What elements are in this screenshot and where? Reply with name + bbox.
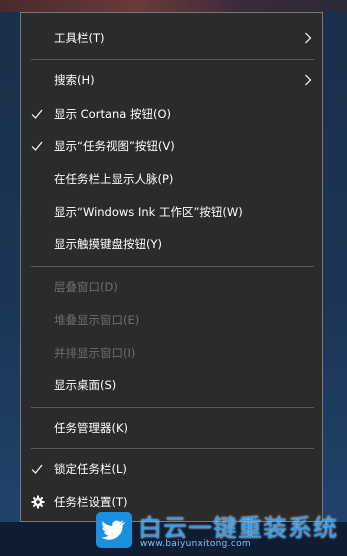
separator xyxy=(31,407,314,408)
checkmark-icon xyxy=(31,464,43,474)
menu-item-label: 堆叠显示窗口(E) xyxy=(54,313,140,327)
menu-item-cascade-windows: 层叠窗口(D) xyxy=(21,272,322,302)
menu-item-stack-windows: 堆叠显示窗口(E) xyxy=(21,305,322,335)
chevron-right-icon xyxy=(305,32,312,44)
menu-item-show-windows-ink[interactable]: 显示“Windows Ink 工作区”按钮(W) xyxy=(21,197,322,227)
taskbar-context-menu: 工具栏(T) 搜索(H) 显示 Cortana 按钮(O) 显示“任务视图”按钮… xyxy=(20,12,323,522)
menu-item-lock-taskbar[interactable]: 锁定任务栏(L) xyxy=(21,454,322,484)
watermark-title: 白云一键重装系统 xyxy=(138,514,338,542)
separator xyxy=(31,448,314,449)
menu-item-show-people[interactable]: 在任务栏上显示人脉(P) xyxy=(21,164,322,194)
checkmark-icon xyxy=(31,109,43,119)
menu-item-label: 层叠窗口(D) xyxy=(54,280,118,294)
menu-item-side-by-side-windows: 并排显示窗口(I) xyxy=(21,338,322,368)
menu-item-label: 任务管理器(K) xyxy=(54,421,129,435)
separator xyxy=(31,59,314,60)
chevron-right-icon xyxy=(305,74,312,86)
menu-item-label: 显示 Cortana 按钮(O) xyxy=(54,107,172,121)
menu-item-label: 在任务栏上显示人脉(P) xyxy=(54,172,174,186)
menu-item-search[interactable]: 搜索(H) xyxy=(21,65,322,95)
watermark-url: www.baiyunxitong.com xyxy=(140,539,251,549)
menu-item-show-desktop[interactable]: 显示桌面(S) xyxy=(21,370,322,400)
checkmark-icon xyxy=(31,141,43,151)
menu-item-show-cortana[interactable]: 显示 Cortana 按钮(O) xyxy=(21,99,322,129)
menu-item-label: 显示“Windows Ink 工作区”按钮(W) xyxy=(54,205,243,219)
menu-item-show-task-view[interactable]: 显示“任务视图”按钮(V) xyxy=(21,131,322,161)
menu-item-label: 显示“任务视图”按钮(V) xyxy=(54,139,175,153)
menu-item-toolbars[interactable]: 工具栏(T) xyxy=(21,23,322,53)
menu-item-label: 锁定任务栏(L) xyxy=(54,462,127,476)
gear-icon xyxy=(31,495,45,509)
menu-item-task-manager[interactable]: 任务管理器(K) xyxy=(21,413,322,443)
menu-item-label: 工具栏(T) xyxy=(54,31,105,45)
menu-item-label: 并排显示窗口(I) xyxy=(54,346,136,360)
bird-logo-icon xyxy=(96,512,132,548)
menu-item-label: 显示桌面(S) xyxy=(54,378,117,392)
menu-item-show-touch-keyboard[interactable]: 显示触摸键盘按钮(Y) xyxy=(21,229,322,259)
desktop-background xyxy=(0,0,347,12)
separator xyxy=(31,266,314,267)
watermark: 白云一键重装系统 www.baiyunxitong.com xyxy=(96,508,341,552)
menu-item-label: 显示触摸键盘按钮(Y) xyxy=(54,237,162,251)
menu-item-label: 搜索(H) xyxy=(54,73,95,87)
